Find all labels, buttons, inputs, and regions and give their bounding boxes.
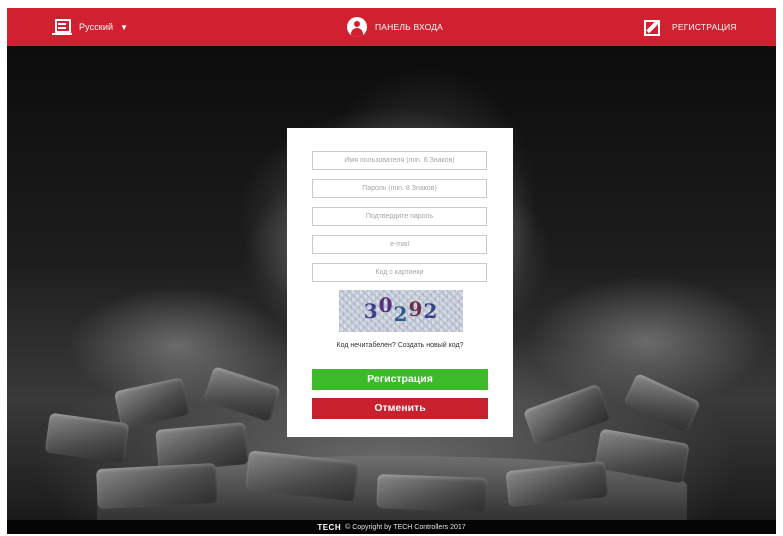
password-field[interactable]	[312, 179, 487, 198]
login-panel-label: ПАНЕЛЬ ВХОДА	[375, 22, 444, 32]
top-navigation-bar: Русский ▼ ПАНЕЛЬ ВХОДА РЕГИСТРАЦИЯ	[7, 8, 776, 46]
captcha-reload-link[interactable]: Код нечитабелен? Создать новый код?	[287, 342, 513, 349]
footer: TECH © Copyright by TECH Controllers 201…	[7, 520, 776, 534]
language-icon	[52, 19, 72, 35]
registration-link[interactable]: РЕГИСТРАЦИЯ	[644, 16, 737, 38]
login-panel-link[interactable]: ПАНЕЛЬ ВХОДА	[347, 16, 443, 38]
caret-down-icon: ▼	[120, 22, 129, 32]
captcha-image: 30292	[339, 290, 463, 332]
username-field[interactable]	[312, 151, 487, 170]
language-selector[interactable]: Русский ▼	[52, 18, 128, 36]
edit-icon	[644, 17, 664, 37]
user-icon	[347, 17, 367, 37]
email-field[interactable]	[312, 235, 487, 254]
registration-label: РЕГИСТРАЦИЯ	[672, 22, 737, 32]
registration-form: 30292 Код нечитабелен? Создать новый код…	[287, 128, 513, 437]
language-label: Русский	[79, 22, 114, 32]
app-frame: Русский ▼ ПАНЕЛЬ ВХОДА РЕГИСТРАЦИЯ Имя п…	[7, 8, 776, 534]
captcha-field[interactable]	[312, 263, 487, 282]
cancel-button[interactable]: Отменить	[312, 398, 488, 419]
confirm-password-field[interactable]	[312, 207, 487, 226]
register-button[interactable]: Регистрация	[312, 369, 488, 390]
footer-logo: TECH	[317, 522, 342, 532]
copyright-text: © Copyright by TECH Controllers 2017	[345, 523, 466, 531]
